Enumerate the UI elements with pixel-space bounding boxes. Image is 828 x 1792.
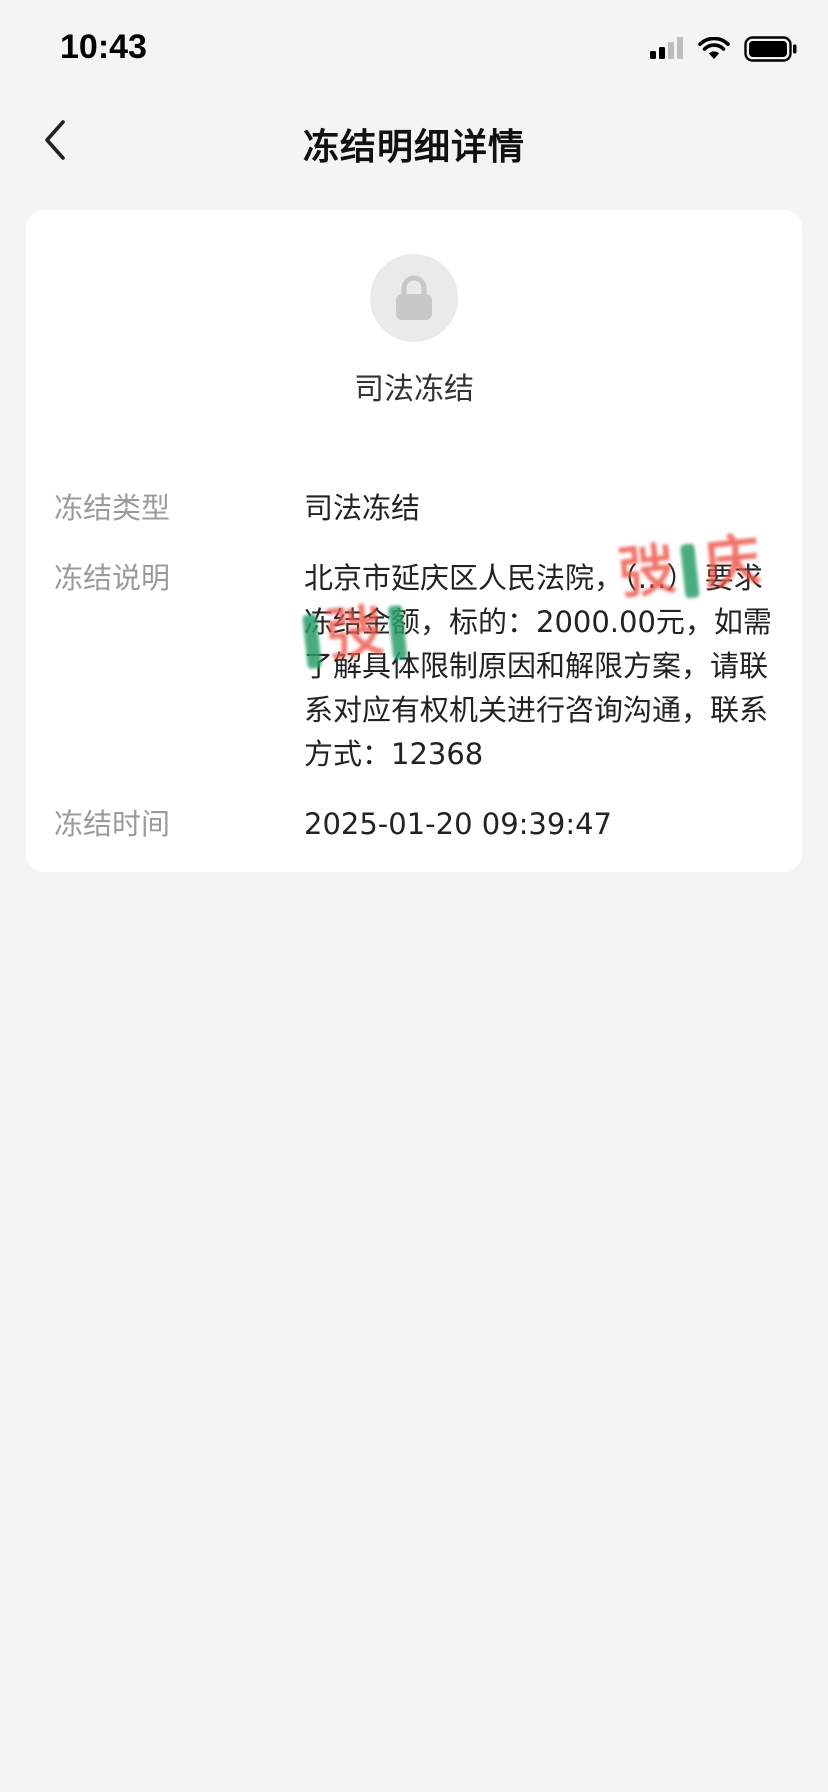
status-time: 10:43 <box>60 28 147 66</box>
battery-icon <box>744 36 797 62</box>
freeze-description-value: 北京市延庆区人民法院，（…） 要求冻结金额，标的：2000.00元，如需了解具体… <box>304 561 772 771</box>
freeze-type-heading: 司法冻结 <box>354 372 474 407</box>
nav-bar: 冻结明细详情 <box>0 100 828 180</box>
status-icons <box>650 36 798 62</box>
page-title: 冻结明细详情 <box>302 127 525 168</box>
freeze-description-row: 冻结说明 北京市延庆区人民法院，（…） 要求冻结金额，标的：2000.00元，如… <box>54 556 784 786</box>
freeze-detail-card: 司法冻结 冻结类型 司法冻结 冻结说明 北京市延庆区人民法院，（…） 要求冻结金… <box>26 210 802 872</box>
freeze-type-label: 冻结类型 <box>54 491 171 525</box>
wifi-icon <box>698 37 730 59</box>
freeze-time-row: 冻结时间 2025-01-20 09:39:47 <box>54 802 784 846</box>
lock-icon <box>396 275 432 320</box>
lock-badge <box>370 254 458 342</box>
freeze-type-value: 司法冻结 <box>304 491 421 525</box>
freeze-description-label: 冻结说明 <box>54 561 171 595</box>
freeze-type-row: 冻结类型 司法冻结 <box>54 486 784 530</box>
freeze-time-label: 冻结时间 <box>54 807 171 841</box>
freeze-time-value: 2025-01-20 09:39:47 <box>304 807 612 841</box>
status-bar: 10:43 <box>0 0 828 100</box>
signal-icon <box>650 37 683 59</box>
